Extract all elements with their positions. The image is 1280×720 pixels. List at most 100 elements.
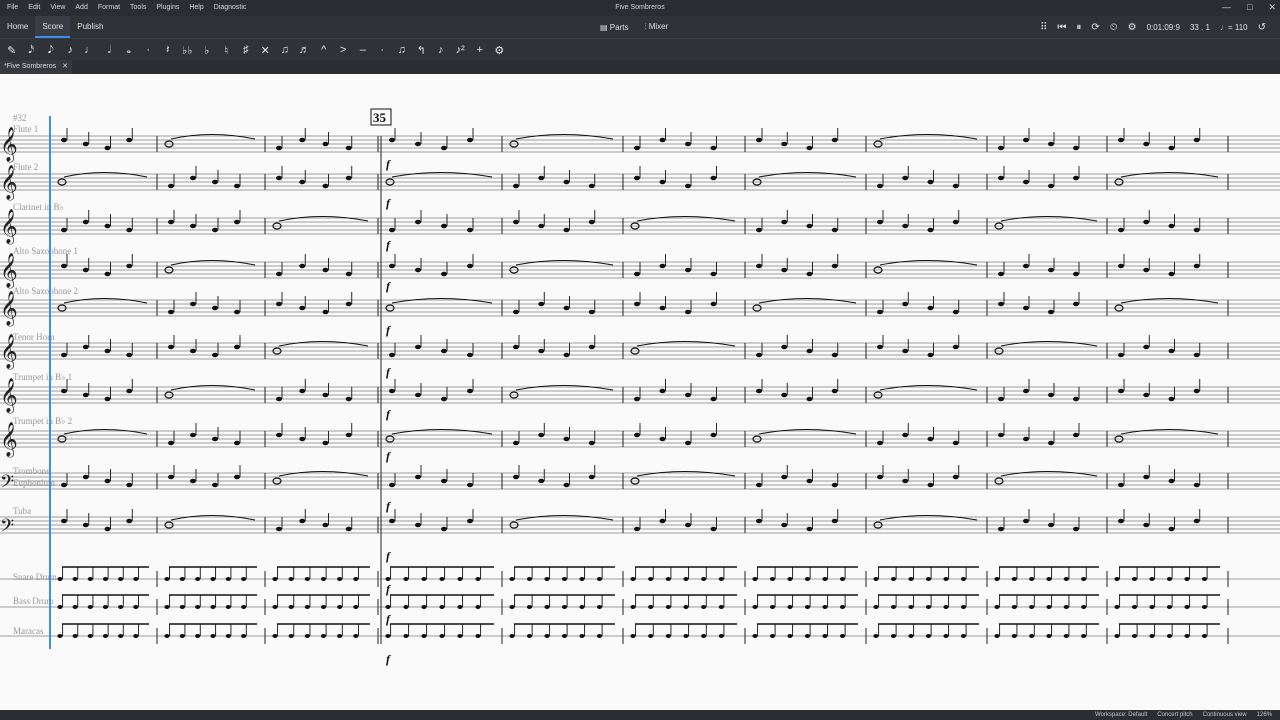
- note-head: [322, 267, 329, 273]
- close-tab-icon[interactable]: ✕: [62, 60, 68, 74]
- note-tool-13-icon[interactable]: ✕: [256, 44, 276, 57]
- note-head: [710, 396, 717, 402]
- note-tool-23-icon[interactable]: ♪²: [451, 44, 471, 56]
- note-head: [276, 526, 282, 532]
- note-head: [345, 175, 352, 181]
- close-window-button[interactable]: ✕: [1268, 2, 1276, 13]
- note-tool-15-icon[interactable]: ♬: [295, 44, 315, 56]
- note-head: [634, 145, 640, 151]
- note-tool-11-icon[interactable]: ♮: [217, 44, 237, 57]
- note-head: [272, 605, 278, 609]
- play-pause-icon[interactable]: ⏸: [1076, 22, 1081, 33]
- note-head: [1063, 605, 1069, 609]
- note-tool-4-icon[interactable]: ♩: [80, 44, 100, 56]
- rewind-icon[interactable]: ⏮: [1057, 22, 1066, 33]
- tie: [1120, 298, 1219, 304]
- note-head: [276, 301, 282, 307]
- tab-publish[interactable]: Publish: [70, 16, 110, 38]
- note-head: [353, 577, 359, 581]
- note-head: [908, 634, 914, 638]
- note-head: [839, 577, 846, 581]
- note-tool-2-icon[interactable]: 𝅘𝅥𝅮: [41, 44, 61, 57]
- concert-pitch-toggle[interactable]: Concert pitch: [1157, 712, 1192, 718]
- note-head: [288, 605, 294, 609]
- note-tool-14-icon[interactable]: ♫: [275, 44, 295, 56]
- minimize-button[interactable]: —: [1222, 2, 1231, 13]
- note-head: [421, 634, 427, 638]
- note-tool-6-icon[interactable]: 𝅝: [119, 44, 139, 57]
- note-head: [126, 137, 133, 143]
- note-tool-17-icon[interactable]: >: [334, 44, 354, 56]
- note-head: [1143, 344, 1150, 350]
- tie: [63, 172, 148, 178]
- note-head: [82, 344, 89, 350]
- workspace-label[interactable]: Workspace: Default: [1095, 712, 1147, 718]
- note-head: [118, 577, 124, 581]
- note-tool-9-icon[interactable]: ♭♭: [178, 44, 198, 57]
- note-tool-24-icon[interactable]: +: [470, 44, 490, 56]
- note-head: [1048, 392, 1054, 398]
- note-head: [831, 388, 838, 394]
- dynamic-marking: f: [386, 549, 391, 563]
- note-head: [659, 518, 666, 524]
- note-tool-20-icon[interactable]: ♫: [392, 44, 412, 56]
- metronome-icon[interactable]: ⏲: [1110, 22, 1118, 33]
- note-head: [389, 263, 395, 269]
- tie: [1120, 172, 1219, 178]
- note-head: [322, 309, 329, 315]
- note-tool-16-icon[interactable]: ^: [314, 44, 334, 56]
- note-head: [718, 605, 724, 609]
- undo-icon[interactable]: ↺: [1258, 22, 1266, 33]
- dynamic-marking: f: [386, 365, 391, 379]
- note-tool-21-icon[interactable]: ↰: [412, 44, 432, 57]
- note-head: [1023, 436, 1029, 442]
- maximize-button[interactable]: □: [1247, 2, 1252, 13]
- note-head: [1118, 352, 1124, 358]
- note-head: [1081, 634, 1087, 638]
- note-tool-0-icon[interactable]: ✎: [2, 44, 22, 57]
- note-head: [538, 223, 545, 229]
- clef: 𝄢: [0, 516, 14, 541]
- note-tool-3-icon[interactable]: ♪: [61, 44, 81, 56]
- note-head: [61, 137, 67, 143]
- note-tool-19-icon[interactable]: ·: [373, 44, 393, 56]
- note-head: [998, 301, 1004, 307]
- note-head: [1073, 432, 1079, 438]
- note-head: [1201, 605, 1208, 609]
- note-head: [1168, 526, 1175, 532]
- note-head: [104, 223, 111, 229]
- note-head: [164, 634, 170, 638]
- note-head: [806, 271, 813, 277]
- score-canvas[interactable]: #32 35 𝄞 𝄞 𝄞 𝄞 𝄞 𝄞 𝄞 𝄞 𝄢 𝄢 Flute 1 Flute 2 Clarinet in…: [0, 74, 1280, 710]
- note-tool-18-icon[interactable]: –: [353, 44, 373, 56]
- note-tool-1-icon[interactable]: 𝅘𝅥𝅯: [22, 44, 42, 57]
- measure-number: #32: [13, 113, 27, 123]
- tab-score[interactable]: Score: [35, 16, 71, 38]
- loop-icon[interactable]: ⟳: [1091, 22, 1099, 33]
- playback-settings-icon[interactable]: ⚙: [1128, 22, 1137, 33]
- parts-button[interactable]: ▤ Parts: [600, 23, 628, 32]
- view-mode-select[interactable]: Continuous view: [1203, 712, 1247, 718]
- note-head: [1073, 145, 1079, 151]
- tab-home[interactable]: Home: [0, 16, 35, 38]
- note-head: [1023, 179, 1029, 185]
- note-head: [563, 179, 570, 185]
- zoom-level[interactable]: 126%: [1257, 712, 1272, 718]
- note-head: [908, 605, 914, 609]
- note-tool-22-icon[interactable]: ♪: [431, 44, 451, 56]
- note-tool-8-icon[interactable]: 𝄽: [158, 44, 178, 57]
- mixer-button[interactable]: ⫶ Mixer: [644, 22, 668, 32]
- note-tool-5-icon[interactable]: 𝅗𝅥: [100, 44, 120, 57]
- note-head: [563, 227, 570, 233]
- note-head: [1011, 605, 1017, 609]
- note-head: [822, 577, 828, 581]
- note-head: [1011, 577, 1017, 581]
- note-head: [701, 605, 707, 609]
- document-tab[interactable]: *Five Sombreros ✕: [0, 60, 73, 74]
- note-head: [1023, 305, 1029, 311]
- note-head: [272, 577, 278, 581]
- note-tool-10-icon[interactable]: ♭: [197, 44, 217, 57]
- note-tool-12-icon[interactable]: ♯: [236, 44, 256, 56]
- note-tool-7-icon[interactable]: ·: [139, 44, 159, 56]
- note-tool-25-icon[interactable]: ⚙: [490, 44, 510, 57]
